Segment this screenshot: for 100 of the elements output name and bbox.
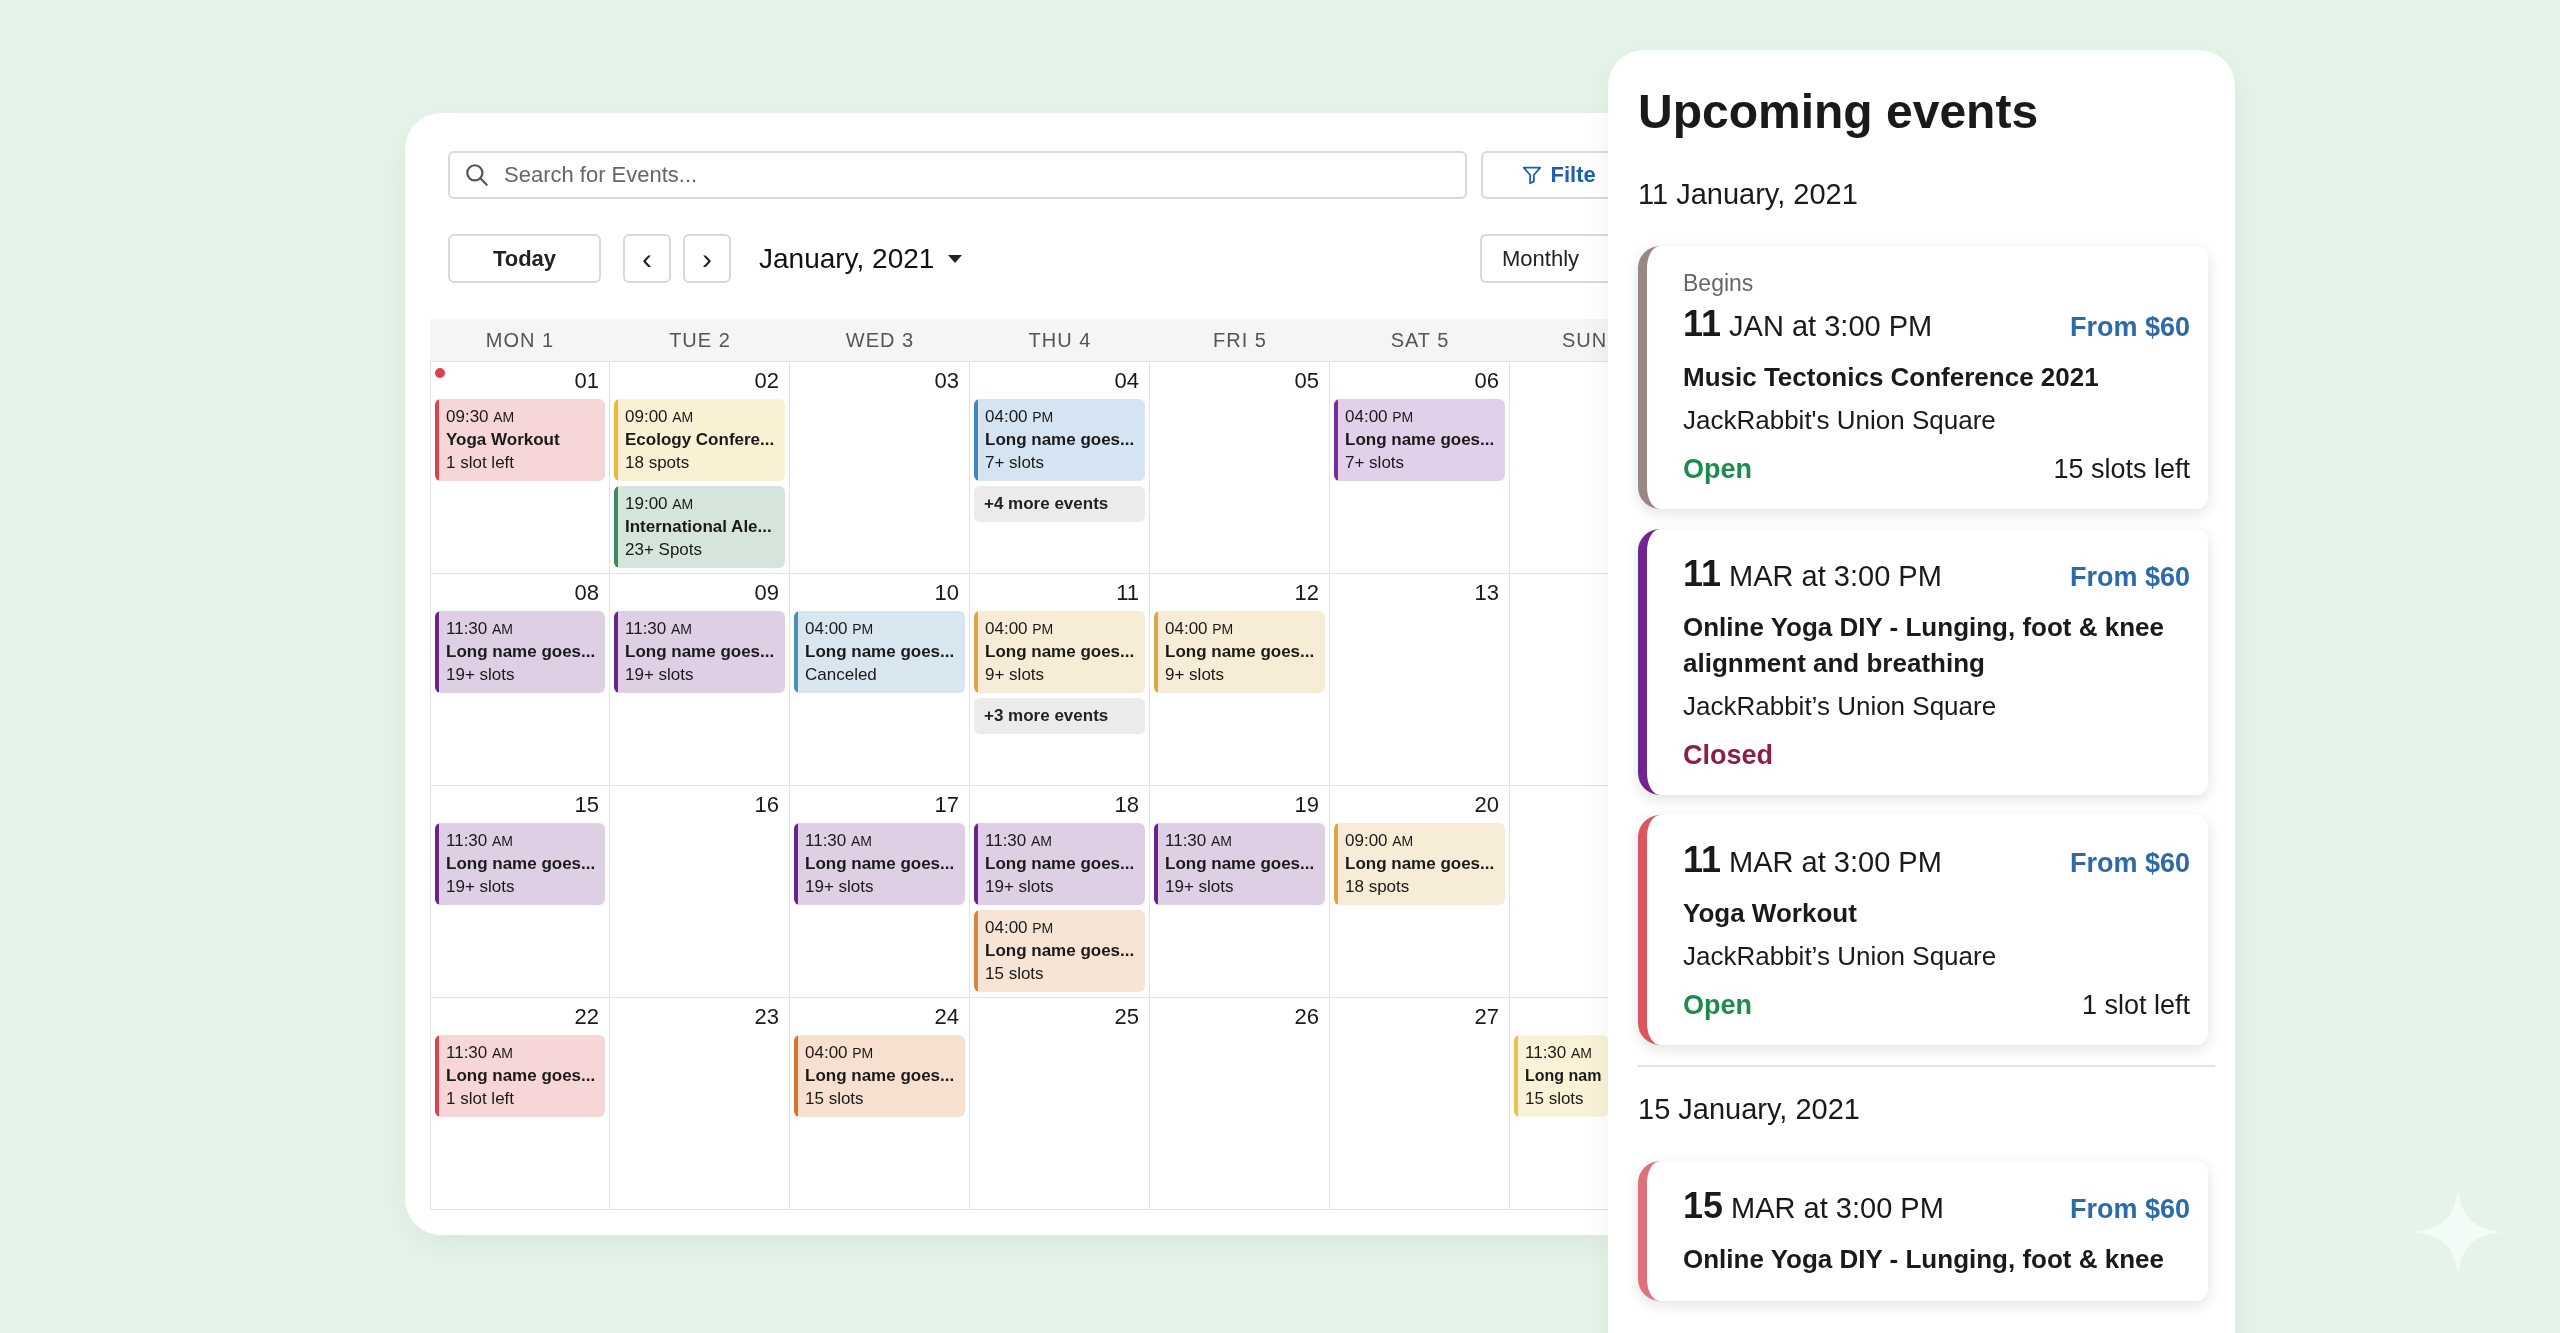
event-card[interactable]: 09:30 AM Yoga Workout 1 slot left <box>435 399 605 481</box>
day-number: 16 <box>754 792 780 818</box>
event-time: 04:00 PM <box>1165 618 1235 640</box>
event-title: Online Yoga DIY - Lunging, foot & knee <box>1683 1243 2165 1276</box>
event-detail: 15 slots <box>985 963 1045 985</box>
event-time: 09:00 AM <box>1345 830 1415 852</box>
event-title: Long name goes... <box>985 641 1136 663</box>
next-button[interactable]: › <box>683 234 731 283</box>
panel-title: Upcoming events <box>1638 84 2040 140</box>
filter-button[interactable]: Filte <box>1480 151 1608 199</box>
event-card[interactable]: 15 MAR at 3:00 PM From $60 Online Yoga DIY - Lunging, foot & knee <box>1638 1161 2208 1301</box>
more-events-button[interactable]: +3 more events <box>974 698 1145 734</box>
event-detail: 18 spots <box>625 452 691 474</box>
day-number: 13 <box>1474 580 1500 606</box>
day-number: 20 <box>1474 792 1500 818</box>
event-card[interactable]: Begins 11 JAN at 3:00 PM From $60 Music Tectonics Conference 2021 JackRabbit's Union Square Open 15 slots left <box>1638 246 2208 509</box>
event-card[interactable]: 04:00 PM Long name goes... 9+ slots <box>1154 611 1325 693</box>
event-detail: 7+ slots <box>985 452 1046 474</box>
weekday-header: SUN <box>1561 328 1608 353</box>
weekday-header: TUE 2 <box>668 328 732 353</box>
event-detail: 19+ slots <box>446 664 516 686</box>
event-title: Long name goes... <box>985 853 1136 875</box>
event-card[interactable]: 11:30 AM Long name goes... 1 slot left <box>435 1035 605 1117</box>
event-time: 09:30 AM <box>446 406 516 428</box>
day-number: 26 <box>1294 1004 1320 1030</box>
event-card[interactable]: 19:00 AM International Ale... 23+ Spots <box>614 486 785 568</box>
event-time: 11:30 AM <box>1525 1042 1593 1064</box>
event-card[interactable]: 04:00 PM Long name goes... 15 slots <box>974 910 1145 992</box>
status-label: Open <box>1683 453 1752 485</box>
event-detail: Canceled <box>805 664 878 686</box>
event-time: 11:30 AM <box>1165 830 1233 852</box>
event-card[interactable]: 04:00 PM Long name goes... 15 slots <box>794 1035 965 1117</box>
event-card[interactable]: 11:30 AM Long name goes... 19+ slots <box>974 823 1145 905</box>
date-heading: 11 January, 2021 <box>1638 177 1859 212</box>
previous-button[interactable]: ‹ <box>623 234 671 283</box>
event-card[interactable]: 11:30 AM Long nam 15 slots <box>1514 1035 1608 1117</box>
day-number: 24 <box>934 1004 960 1030</box>
event-time: 19:00 AM <box>625 493 695 515</box>
event-date: 11 JAN at 3:00 PM <box>1683 303 1933 345</box>
event-time: 09:00 AM <box>625 406 695 428</box>
event-title: Long name goes... <box>805 853 956 875</box>
event-title: Long name goes... <box>805 641 956 663</box>
slots-label: 1 slot left <box>2081 990 2190 1021</box>
event-title: Yoga Workout <box>446 429 561 451</box>
event-title: Long name goes... <box>446 1065 597 1087</box>
price-label: From $60 <box>2069 1194 2190 1225</box>
day-number: 18 <box>1114 792 1140 818</box>
search-field[interactable]: Search for Events... <box>448 151 1467 199</box>
event-detail: 18 spots <box>1345 876 1411 898</box>
event-card[interactable]: 11:30 AM Long name goes... 19+ slots <box>614 611 785 693</box>
view-dropdown[interactable]: Monthly <box>1480 234 1608 283</box>
event-card[interactable]: 11:30 AM Long name goes... 19+ slots <box>794 823 965 905</box>
day-number: 09 <box>754 580 780 606</box>
event-card[interactable]: 09:00 AM Long name goes... 18 spots <box>1334 823 1505 905</box>
event-time: 11:30 AM <box>985 830 1053 852</box>
event-title: Yoga Workout <box>1683 897 1858 930</box>
more-events-button[interactable]: +4 more events <box>974 486 1145 522</box>
weekday-header: SAT 5 <box>1389 328 1451 353</box>
begins-label: Begins <box>1683 270 1755 297</box>
event-card[interactable]: 04:00 PM Long name goes... 9+ slots <box>974 611 1145 693</box>
weekday-header: THU 4 <box>1027 328 1093 353</box>
event-title: International Ale... <box>625 516 773 538</box>
event-card[interactable]: 09:00 AM Ecology Confere... 18 spots <box>614 399 785 481</box>
event-date: 15 MAR at 3:00 PM <box>1683 1185 1944 1227</box>
search-icon <box>464 162 490 188</box>
day-number: 12 <box>1294 580 1320 606</box>
weekday-header: FRI 5 <box>1212 328 1268 353</box>
event-card[interactable]: 04:00 PM Long name goes... Canceled <box>794 611 965 693</box>
venue-label: JackRabbit's Union Square <box>1683 405 1997 436</box>
event-detail: 15 slots <box>1525 1088 1585 1110</box>
today-button[interactable]: Today <box>448 234 601 283</box>
event-card[interactable]: 11:30 AM Long name goes... 19+ slots <box>435 823 605 905</box>
day-number: 15 <box>574 792 600 818</box>
event-title: Music Tectonics Conference 2021 <box>1683 361 2100 394</box>
event-detail: 19+ slots <box>1165 876 1235 898</box>
event-detail: 19+ slots <box>625 664 695 686</box>
day-number: 05 <box>1294 368 1320 394</box>
event-title: Long name goes... <box>985 429 1136 451</box>
date-heading: 15 January, 2021 <box>1638 1092 1861 1127</box>
event-card[interactable]: 11:30 AM Long name goes... 19+ slots <box>1154 823 1325 905</box>
day-number: 17 <box>934 792 960 818</box>
event-card[interactable]: 11 MAR at 3:00 PM From $60 Online Yoga DIY - Lunging, foot & knee alignment and breathing JackRabbit’s Union Square Closed <box>1638 529 2208 795</box>
event-card[interactable]: 04:00 PM Long name goes... 7+ slots <box>974 399 1145 481</box>
event-detail: 15 slots <box>805 1088 865 1110</box>
weekday-header: MON 1 <box>484 328 556 353</box>
month-picker[interactable]: January, 2021 <box>753 241 971 276</box>
event-title: Long name goes... <box>625 641 776 663</box>
day-number: 04 <box>1114 368 1140 394</box>
event-time: 04:00 PM <box>985 917 1055 939</box>
event-card[interactable]: 11:30 AM Long name goes... 19+ slots <box>435 611 605 693</box>
event-detail: 1 slot left <box>446 452 516 474</box>
event-card[interactable]: 11 MAR at 3:00 PM From $60 Yoga Workout JackRabbit’s Union Square Open 1 slot left <box>1638 815 2208 1045</box>
event-title: Ecology Confere... <box>625 429 776 451</box>
day-number: 08 <box>574 580 600 606</box>
event-time: 04:00 PM <box>805 618 875 640</box>
event-time: 04:00 PM <box>985 406 1055 428</box>
event-detail: 9+ slots <box>985 664 1046 686</box>
event-time: 11:30 AM <box>446 1042 514 1064</box>
event-card[interactable]: 04:00 PM Long name goes... 7+ slots <box>1334 399 1505 481</box>
day-number: 11 <box>1116 580 1140 606</box>
